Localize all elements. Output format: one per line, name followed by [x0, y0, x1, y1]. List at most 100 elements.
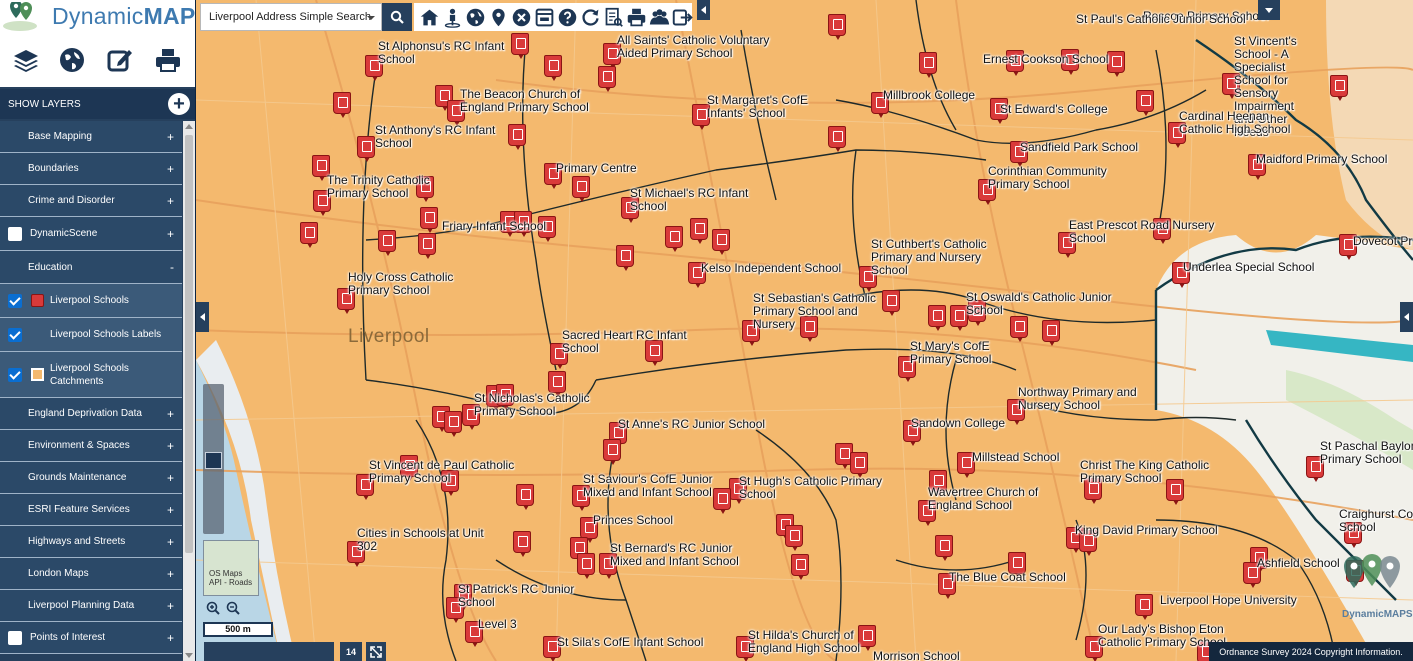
school-marker-icon[interactable]: [544, 55, 562, 81]
layer-liverpool-schools-catchments[interactable]: Liverpool Schools Catchments: [0, 352, 182, 398]
layer-liverpool-schools-labels[interactable]: Liverpool Schools Labels: [0, 318, 182, 352]
export-icon[interactable]: [670, 5, 694, 29]
school-marker-icon[interactable]: [514, 211, 532, 237]
refresh-icon[interactable]: [578, 5, 602, 29]
school-marker-icon[interactable]: [1306, 456, 1324, 482]
school-marker-icon[interactable]: [599, 553, 617, 579]
school-marker-icon[interactable]: [1007, 399, 1025, 425]
person-pin-icon[interactable]: [440, 5, 464, 29]
location-pin-icon[interactable]: [486, 5, 510, 29]
layer-checkbox[interactable]: [8, 293, 22, 308]
school-marker-icon[interactable]: [928, 305, 946, 331]
school-marker-icon[interactable]: [918, 500, 936, 526]
layer-checkbox[interactable]: [8, 327, 22, 342]
school-marker-icon[interactable]: [1172, 262, 1190, 288]
layer-checkbox[interactable]: [8, 367, 22, 382]
school-marker-icon[interactable]: [1085, 636, 1103, 661]
add-layer-button[interactable]: +: [168, 93, 190, 115]
school-marker-icon[interactable]: [1222, 73, 1240, 99]
school-marker-icon[interactable]: [850, 452, 868, 478]
school-marker-icon[interactable]: [300, 222, 318, 248]
layer-points-of-interest[interactable]: Points of Interest +: [0, 622, 182, 654]
fullscreen-button[interactable]: [366, 642, 386, 661]
school-marker-icon[interactable]: [785, 525, 803, 551]
school-marker-icon[interactable]: [800, 316, 818, 342]
toolbar-collapse-tab[interactable]: [697, 0, 710, 20]
school-marker-icon[interactable]: [712, 229, 730, 255]
print-icon[interactable]: [624, 5, 648, 29]
school-marker-icon[interactable]: [1008, 552, 1026, 578]
layer-checkbox[interactable]: [8, 630, 22, 645]
school-marker-icon[interactable]: [1061, 49, 1079, 75]
school-marker-icon[interactable]: [313, 190, 331, 216]
school-marker-icon[interactable]: [465, 621, 483, 647]
school-marker-icon[interactable]: [598, 66, 616, 92]
school-marker-icon[interactable]: [356, 474, 374, 500]
school-marker-icon[interactable]: [858, 625, 876, 651]
school-marker-icon[interactable]: [938, 573, 956, 599]
layers-icon[interactable]: [8, 42, 44, 78]
school-marker-icon[interactable]: [871, 92, 889, 118]
expand-icon[interactable]: +: [167, 162, 174, 176]
school-marker-icon[interactable]: [1135, 594, 1153, 620]
school-marker-icon[interactable]: [1248, 154, 1266, 180]
search-type-dropdown[interactable]: Liverpool Address Simple Search: [200, 3, 382, 31]
school-marker-icon[interactable]: [919, 52, 937, 78]
school-marker-icon[interactable]: [692, 104, 710, 130]
scroll-down-icon[interactable]: [185, 653, 193, 658]
school-marker-icon[interactable]: [828, 14, 846, 40]
school-marker-icon[interactable]: [603, 43, 621, 69]
school-marker-icon[interactable]: [420, 207, 438, 233]
school-marker-icon[interactable]: [1243, 562, 1261, 588]
school-marker-icon[interactable]: [1107, 51, 1125, 77]
layer-liverpool-schools[interactable]: Liverpool Schools: [0, 284, 182, 318]
zoom-slider-knob[interactable]: [205, 452, 222, 469]
school-marker-icon[interactable]: [1136, 90, 1154, 116]
layer-highways-and-streets[interactable]: Highways and Streets +: [0, 526, 182, 558]
school-marker-icon[interactable]: [444, 411, 462, 437]
school-marker-icon[interactable]: [859, 266, 877, 292]
school-marker-icon[interactable]: [462, 404, 480, 430]
school-marker-icon[interactable]: [1084, 478, 1102, 504]
layer-liverpool-planning-data[interactable]: Liverpool Planning Data +: [0, 590, 182, 622]
school-marker-icon[interactable]: [577, 553, 595, 579]
school-marker-icon[interactable]: [950, 305, 968, 331]
school-marker-icon[interactable]: [543, 636, 561, 661]
school-marker-icon[interactable]: [978, 179, 996, 205]
school-marker-icon[interactable]: [400, 455, 418, 481]
school-marker-icon[interactable]: [357, 136, 375, 162]
expand-icon[interactable]: +: [167, 503, 174, 517]
layer-dynamicscene[interactable]: DynamicScene +: [0, 217, 182, 251]
right-panel-tab[interactable]: [1400, 302, 1413, 332]
school-marker-icon[interactable]: [968, 300, 986, 326]
globe-icon[interactable]: [463, 5, 487, 29]
school-marker-icon[interactable]: [1330, 75, 1348, 101]
school-marker-icon[interactable]: [690, 218, 708, 244]
scroll-up-icon[interactable]: [185, 124, 193, 129]
panel-collapse-button[interactable]: [1258, 0, 1280, 20]
expand-icon[interactable]: +: [167, 599, 174, 613]
help-icon[interactable]: [555, 5, 579, 29]
school-marker-icon[interactable]: [511, 33, 529, 59]
expand-icon[interactable]: +: [167, 407, 174, 421]
school-marker-icon[interactable]: [929, 470, 947, 496]
report-icon[interactable]: [601, 5, 625, 29]
school-marker-icon[interactable]: [496, 384, 514, 410]
school-marker-icon[interactable]: [446, 597, 464, 623]
school-marker-icon[interactable]: [516, 484, 534, 510]
expand-icon[interactable]: +: [167, 471, 174, 485]
expand-icon[interactable]: +: [167, 439, 174, 453]
map-canvas[interactable]: Liverpool Roscoe Primary School St Paul's…: [196, 0, 1413, 661]
close-circle-icon[interactable]: [509, 5, 533, 29]
school-marker-icon[interactable]: [935, 535, 953, 561]
layer-list-scrollbar[interactable]: [183, 121, 195, 661]
school-marker-icon[interactable]: [742, 320, 760, 346]
school-marker-icon[interactable]: [1010, 141, 1028, 167]
layer-esri-feature-services[interactable]: ESRI Feature Services +: [0, 494, 182, 526]
school-marker-icon[interactable]: [544, 163, 562, 189]
school-marker-icon[interactable]: [513, 531, 531, 557]
print-icon[interactable]: [150, 42, 186, 78]
layer-boundaries[interactable]: Boundaries +: [0, 153, 182, 185]
school-marker-icon[interactable]: [713, 488, 731, 514]
window-icon[interactable]: [532, 5, 556, 29]
